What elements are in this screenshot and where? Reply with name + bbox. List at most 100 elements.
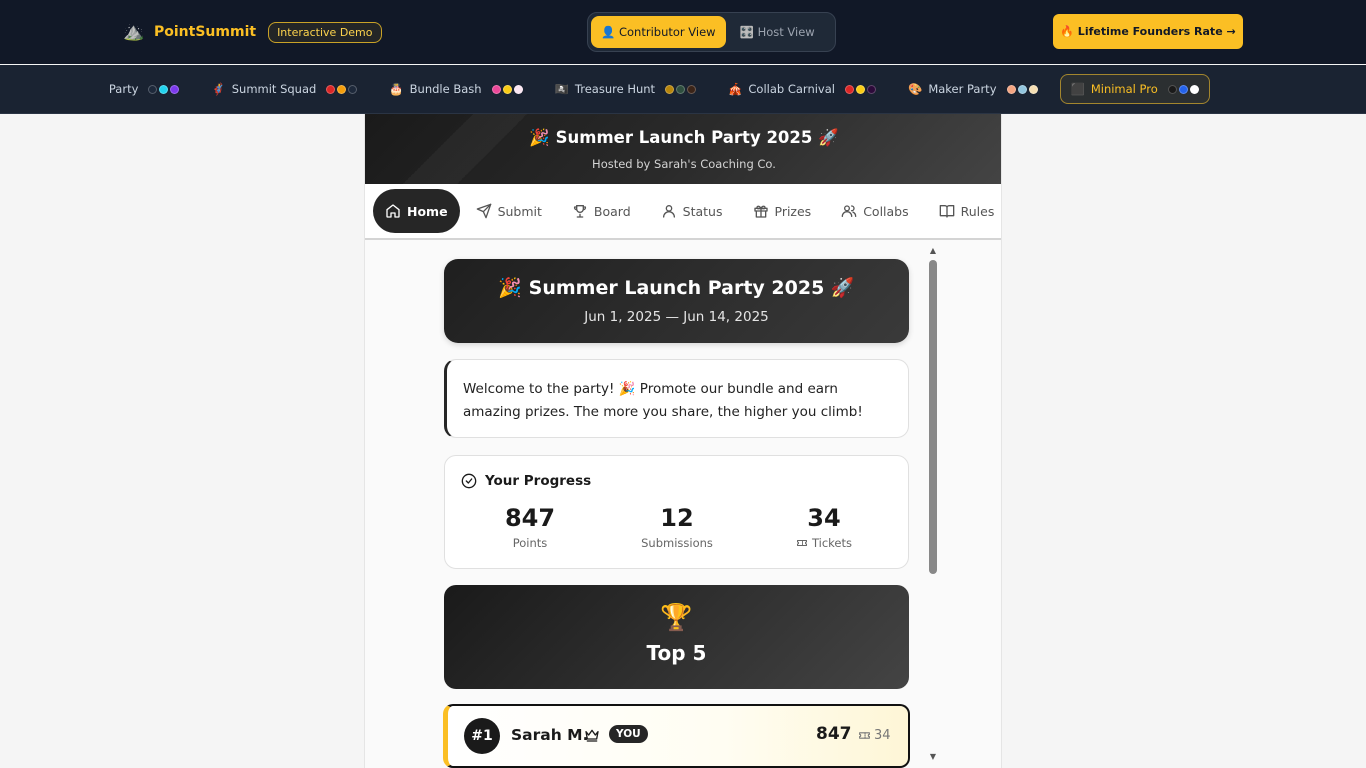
theme-label: Minimal Pro xyxy=(1090,82,1158,96)
theme-option[interactable]: 🎨 Maker Party xyxy=(898,74,1048,104)
points-value: 847 xyxy=(504,504,556,532)
theme-color-swatches xyxy=(665,84,697,94)
color-swatch xyxy=(676,84,686,94)
rank-badge: #1 xyxy=(464,718,500,754)
color-swatch xyxy=(1017,84,1027,94)
participant-points: 847 xyxy=(816,724,852,744)
theme-icon: 🎂 xyxy=(389,82,404,96)
theme-option[interactable]: ⬛ Minimal Pro xyxy=(1059,74,1210,104)
host-view-label: Host View xyxy=(757,25,815,39)
tickets-value: 34 xyxy=(807,504,841,532)
color-swatch xyxy=(866,84,876,94)
check-circle-icon xyxy=(461,473,477,489)
tab-board[interactable]: Board xyxy=(558,189,645,233)
theme-option[interactable]: 🎪 Collab Carnival xyxy=(718,74,886,104)
theme-label: Summit Squad xyxy=(231,82,317,96)
tickets-label: Tickets xyxy=(754,536,894,550)
participant-tickets: 34 xyxy=(858,728,891,743)
crown-icon xyxy=(585,729,599,742)
color-swatch xyxy=(844,84,854,94)
scrollbar-thumb[interactable] xyxy=(929,260,937,574)
theme-color-swatches xyxy=(1167,84,1199,94)
theme-option[interactable]: 🎂 Bundle Bash xyxy=(379,74,532,104)
contributor-preview-frame: 🎉 Summer Launch Party 2025 🚀 Hosted by S… xyxy=(364,114,1002,768)
tab-submit[interactable]: Submit xyxy=(462,189,556,233)
mountain-logo-icon: ⛰️ xyxy=(123,22,145,42)
tab-rules-label: Rules xyxy=(960,203,995,219)
color-swatch xyxy=(159,84,169,94)
points-label: Points xyxy=(460,536,600,550)
progress-heading: Your Progress xyxy=(461,473,591,489)
campaign-banner: 🎉 Summer Launch Party 2025 🚀 Hosted by S… xyxy=(365,114,1001,184)
you-badge: YOU xyxy=(609,725,648,743)
participant-name: Sarah M. xyxy=(511,726,589,744)
host-view-button[interactable]: 🎛️ Host View xyxy=(730,16,825,48)
tab-prizes-label: Prizes xyxy=(774,203,812,219)
scroll-down-arrow-icon[interactable]: ▼ xyxy=(928,753,938,761)
color-swatch xyxy=(337,84,347,94)
lifetime-founders-rate-button[interactable]: 🔥 Lifetime Founders Rate → xyxy=(1053,14,1243,49)
tab-collabs-label: Collabs xyxy=(863,203,909,219)
progress-heading-label: Your Progress xyxy=(485,473,592,489)
banner-title: 🎉 Summer Launch Party 2025 🚀 xyxy=(529,128,839,147)
theme-color-swatches xyxy=(844,84,876,94)
theme-color-swatches xyxy=(491,84,523,94)
gift-icon xyxy=(753,205,768,218)
trophy-emoji-icon: 🏆 xyxy=(660,603,693,633)
theme-icon: 🦸 xyxy=(211,82,226,96)
color-swatch xyxy=(491,84,501,94)
color-swatch xyxy=(1167,84,1177,94)
home-content: 🎉 Summer Launch Party 2025 🚀 Jun 1, 2025… xyxy=(365,242,1001,768)
color-swatch xyxy=(1189,84,1199,94)
tab-status-label: Status xyxy=(682,203,723,219)
submissions-stat: 12 Submissions xyxy=(607,504,747,550)
home-icon xyxy=(386,204,400,218)
submissions-label-text: Submissions xyxy=(641,536,713,550)
theme-icon: 🎪 xyxy=(728,82,743,96)
color-swatch xyxy=(1178,84,1188,94)
theme-list: aunch Party 🦸 Summit Squad 🎂 Bundle Bash 🏴‍☠️… xyxy=(106,74,1210,104)
scroll-up-arrow-icon[interactable]: ▲ xyxy=(928,247,938,255)
theme-icon: ⬛ xyxy=(1070,82,1085,96)
color-swatch xyxy=(1028,84,1038,94)
top-navigation-bar: ⛰️ PointSummit Interactive Demo 👤 Contri… xyxy=(0,0,1366,64)
theme-color-swatches xyxy=(148,84,180,94)
brand[interactable]: ⛰️ PointSummit Interactive Demo xyxy=(122,20,382,44)
theme-label: aunch Party xyxy=(106,82,139,96)
tab-rules[interactable]: Rules xyxy=(925,189,1001,233)
tab-board-label: Board xyxy=(593,203,631,219)
participant-tickets-value: 34 xyxy=(874,728,891,743)
theme-icon: 🎨 xyxy=(907,82,923,96)
tab-status[interactable]: Status xyxy=(647,189,737,233)
theme-label: Treasure Hunt xyxy=(574,82,656,96)
top5-header-card: 🏆 Top 5 xyxy=(444,585,909,689)
points-stat: 847 Points xyxy=(460,504,600,550)
tab-prizes[interactable]: Prizes xyxy=(739,189,826,233)
tab-home[interactable]: Home xyxy=(373,189,460,233)
tickets-stat: 34 Tickets xyxy=(754,504,894,550)
submissions-label: Submissions xyxy=(607,536,747,550)
person-icon: 👤 xyxy=(601,25,616,39)
theme-option[interactable]: 🏴‍☠️ Treasure Hunt xyxy=(545,74,706,104)
theme-label: Bundle Bash xyxy=(409,82,482,96)
theme-option[interactable]: aunch Party xyxy=(106,74,189,104)
submissions-value: 12 xyxy=(660,504,694,532)
hero-title: 🎉 Summer Launch Party 2025 🚀 xyxy=(498,277,855,299)
theme-color-swatches xyxy=(326,84,358,94)
color-swatch xyxy=(1006,84,1016,94)
theme-selector-strip: aunch Party 🦸 Summit Squad 🎂 Bundle Bash 🏴‍☠️… xyxy=(0,65,1366,114)
view-toggle: 👤 Contributor View 🎛️ Host View xyxy=(587,12,836,52)
leaderboard-row[interactable]: #1 Sarah M. YOU 847 34 xyxy=(443,704,910,768)
theme-scroll-area[interactable]: aunch Party 🦸 Summit Squad 🎂 Bundle Bash 🏴‍☠️… xyxy=(106,65,1246,113)
color-swatch xyxy=(513,84,523,94)
theme-color-swatches xyxy=(1006,84,1038,94)
theme-option[interactable]: 🦸 Summit Squad xyxy=(201,74,367,104)
contributor-view-button[interactable]: 👤 Contributor View xyxy=(591,16,726,48)
user-icon xyxy=(662,205,675,218)
brand-name: PointSummit xyxy=(154,24,257,40)
tickets-label-text: Tickets xyxy=(811,536,852,550)
ticket-icon xyxy=(859,732,870,739)
contributor-view-label: Contributor View xyxy=(618,25,716,39)
campaign-tabs: Home Submit Board Status Prizes Collabs … xyxy=(365,184,1001,240)
tab-collabs[interactable]: Collabs xyxy=(827,189,922,233)
